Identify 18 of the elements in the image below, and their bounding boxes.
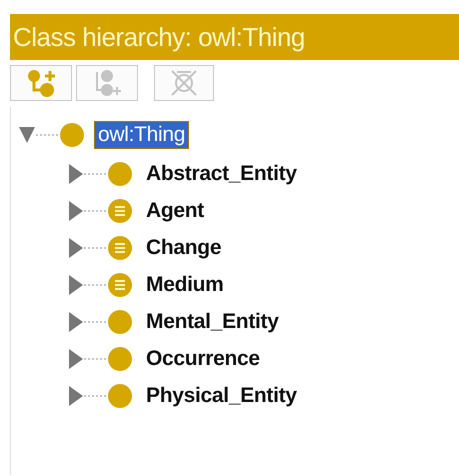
- collapsed-triangle-icon[interactable]: [67, 272, 107, 296]
- tree-item[interactable]: Occurrence: [143, 346, 263, 372]
- collapsed-triangle-icon[interactable]: [67, 162, 107, 186]
- collapsed-triangle-icon[interactable]: [67, 384, 107, 408]
- tree-item[interactable]: owl:Thing: [95, 122, 188, 148]
- tree-item[interactable]: Mental_Entity: [143, 308, 282, 334]
- tree-item[interactable]: Agent: [143, 198, 207, 224]
- collapsed-triangle-icon[interactable]: [67, 236, 107, 260]
- collapsed-triangle-icon[interactable]: [67, 346, 107, 370]
- collapsed-triangle-icon[interactable]: [67, 310, 107, 334]
- crossed-circle-icon: [169, 68, 199, 98]
- tree-item[interactable]: Medium: [143, 272, 227, 298]
- tree-item[interactable]: Abstract_Entity: [143, 160, 300, 186]
- collapsed-triangle-icon[interactable]: [67, 198, 107, 222]
- tree-item[interactable]: Physical_Entity: [143, 382, 300, 408]
- tree-item[interactable]: Change: [143, 234, 224, 260]
- class-tree-icon: [26, 68, 56, 98]
- panel-title: Class hierarchy: owl:Thing: [10, 14, 459, 60]
